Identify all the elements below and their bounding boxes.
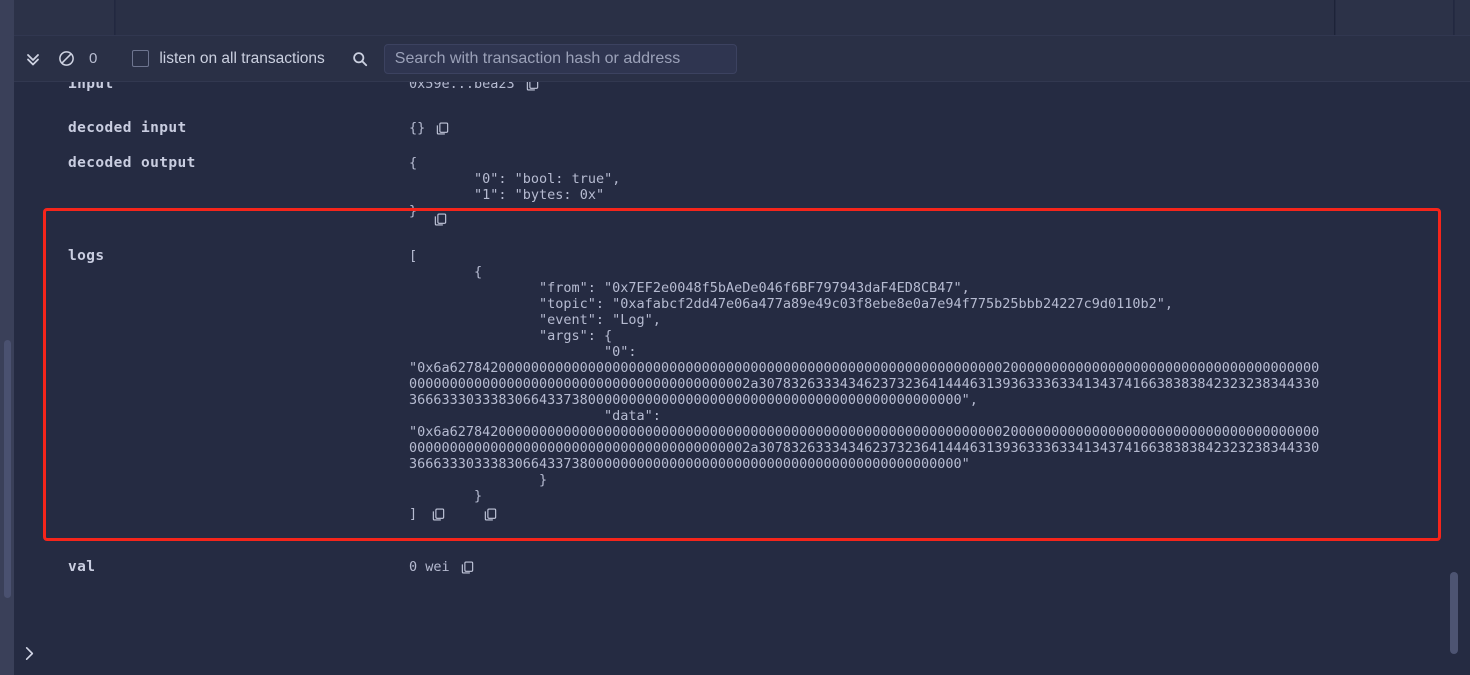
panel-tab-right[interactable] (1336, 0, 1454, 35)
logs-field-event-value: "Log", (612, 312, 661, 328)
row-key-decoded-input: decoded input (14, 120, 409, 136)
no-entry-icon[interactable] (55, 48, 77, 70)
row-key-input: input (14, 82, 409, 92)
decoded-output-json: { "0": "bool: true", "1": "bytes: 0x" } (409, 155, 1029, 219)
logs-arg-data-value: "0x6a62784200000000000000000000000000000… (409, 424, 1324, 472)
row-value-val: 0 wei (409, 559, 475, 575)
logs-field-from: "from": "0x7EF2e0048f5bAeDe046f6BF797943… (409, 280, 1409, 296)
logs-field-topic-value: "0xafabcf2dd47e06a477a89e49c03f8ebe8e0a7… (612, 296, 1173, 312)
row-key-logs: logs (14, 248, 409, 264)
listen-on-all-transactions-label: listen on all transactions (159, 50, 324, 68)
panel-tab-strip (14, 0, 1470, 35)
row-input: input 0x59e...bea23 (14, 82, 1470, 92)
log-count: 0 (89, 50, 97, 67)
search-input[interactable] (395, 50, 726, 68)
logs-field-topic-name: "topic": (539, 296, 604, 312)
transaction-detail-panel: input 0x59e...bea23 decoded input {} (14, 82, 1470, 675)
logs-arg-zero-value: "0x6a62784200000000000000000000000000000… (409, 360, 1324, 408)
logs-footer: ] (409, 506, 1409, 522)
copy-icon[interactable] (431, 507, 446, 522)
logs-field-topic: "topic": "0xafabcf2dd47e06a477a89e49c03f… (409, 296, 1409, 312)
search-icon (349, 48, 371, 70)
chevron-right-icon[interactable] (22, 645, 37, 662)
copy-icon[interactable] (483, 507, 498, 522)
panel-tab-left[interactable] (14, 0, 115, 35)
logs-arg-data-label: "data": (409, 408, 1409, 424)
logs-field-event-name: "event": (539, 312, 604, 328)
copy-icon[interactable] (525, 82, 540, 92)
copy-icon[interactable] (460, 560, 475, 575)
logs-field-args-value: { (604, 328, 612, 344)
decoded-input-value-text: {} (409, 120, 425, 136)
row-decoded-input: decoded input {} (14, 120, 1470, 136)
row-decoded-output: decoded output { "0": "bool: true", "1":… (14, 155, 1470, 219)
logs-field-args-name: "args": (539, 328, 596, 344)
logs-field-args: "args": { (409, 328, 1409, 344)
search-box[interactable] (384, 44, 737, 74)
panel-tab-main[interactable] (116, 0, 1335, 35)
left-vertical-scrollbar[interactable] (4, 340, 11, 598)
copy-icon[interactable] (433, 212, 448, 227)
row-val: val 0 wei (14, 559, 1470, 575)
row-value-decoded-input: {} (409, 120, 450, 136)
row-value-input: 0x59e...bea23 (409, 82, 540, 92)
right-vertical-scrollbar[interactable] (1450, 572, 1458, 654)
terminal-toolbar: 0 listen on all transactions (14, 36, 1470, 82)
listen-on-all-transactions-checkbox[interactable] (132, 50, 149, 67)
logs-open-brace: { (409, 264, 1409, 280)
logs-arg-zero-label: "0": (409, 344, 1409, 360)
copy-icon[interactable] (435, 121, 450, 136)
logs-field-event: "event": "Log", (409, 312, 1409, 328)
input-value-text: 0x59e...bea23 (409, 82, 515, 92)
panel-tab-far-right[interactable] (1455, 0, 1470, 35)
logs-close-obj-brace: } (409, 488, 1409, 504)
logs-close-bracket: ] (409, 506, 417, 522)
logs-field-from-value: "0x7EF2e0048f5bAeDe046f6BF797943daF4ED8C… (604, 280, 970, 296)
logs-open-bracket: [ (409, 248, 1409, 264)
logs-field-from-name: "from": (539, 280, 596, 296)
val-value-text: 0 wei (409, 559, 450, 575)
row-logs: logs [ { "from": "0x7EF2e0048f5bAeDe046f… (14, 248, 1470, 522)
row-key-val: val (14, 559, 409, 575)
remix-debugger-window: 0 listen on all transactions input 0x59e… (0, 0, 1470, 675)
row-key-decoded-output: decoded output (14, 155, 409, 171)
double-chevron-down-icon[interactable] (22, 48, 44, 70)
logs-close-args-brace: } (409, 472, 1409, 488)
